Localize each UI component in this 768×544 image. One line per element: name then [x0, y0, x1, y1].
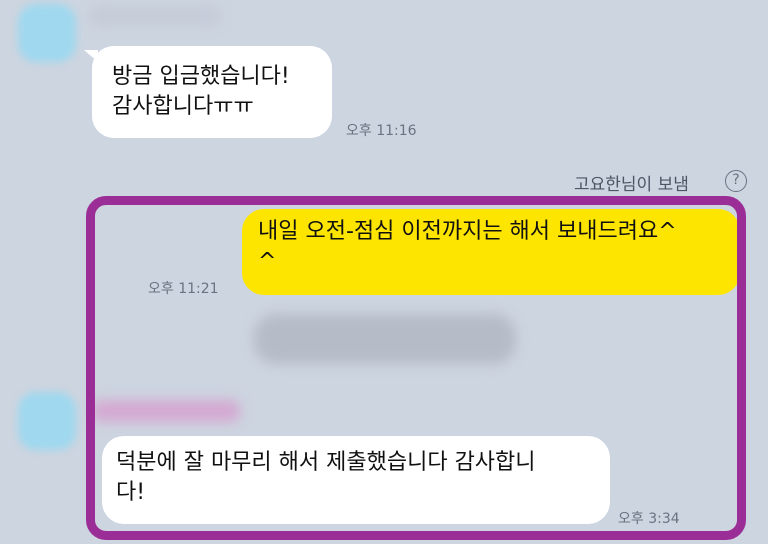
avatar[interactable] [18, 4, 76, 62]
sender-name-redacted [90, 6, 220, 26]
avatar[interactable] [18, 392, 76, 450]
sent-by-label: 고요한님이 보냄 [574, 175, 689, 195]
highlight-frame [86, 196, 746, 540]
question-circle-icon[interactable]: ? [725, 170, 747, 192]
message-timestamp: 오후 11:16 [346, 123, 417, 139]
received-message-bubble[interactable]: 방금 입금했습니다! 감사합니다ㅠㅠ [92, 46, 332, 138]
